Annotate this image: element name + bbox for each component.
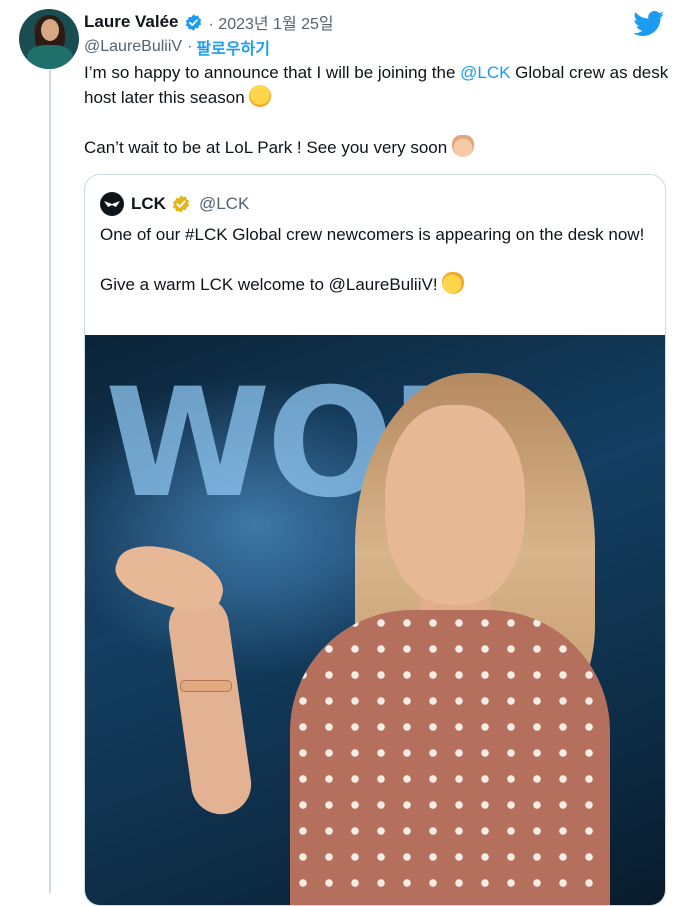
twitter-bird-icon[interactable] [633,11,665,37]
author-handle[interactable]: @LaureBuliiV [84,38,182,56]
smiling-face-hearts-icon [249,85,272,107]
tweet-date[interactable]: · 2023년 1월 25일 [209,10,334,34]
author-header: Laure Valée · 2023년 1월 25일 [84,11,334,33]
author-name[interactable]: Laure Valée [84,12,179,32]
follow-button[interactable]: 팔로우하기 [196,35,270,59]
quoted-text-line1: One of our #LCK Global crew newcomers is… [100,225,645,244]
quoted-text-line2: Give a warm LCK welcome to @LaureBuliiV! [100,275,443,294]
quoted-tweet-card[interactable]: LCK @LCK One of our #LCK Global crew new… [84,174,666,906]
separator-dot: · [187,38,193,55]
clapping-hands-icon [442,272,465,294]
gold-verified-badge-icon [172,195,190,213]
quoted-body: One of our #LCK Global crew newcomers is… [100,222,655,297]
tweet-body: I’m so happy to announce that I will be … [84,60,674,160]
crossed-fingers-icon [451,135,474,157]
mention-link[interactable]: @LCK [460,63,510,82]
avatar[interactable] [19,9,79,69]
quoted-author-handle[interactable]: @LCK [199,194,249,214]
verified-badge-icon [185,13,201,31]
quoted-tweet-photo[interactable]: WOR [85,335,665,905]
thread-line [49,70,51,893]
tweet-text-part1: I’m so happy to announce that I will be … [84,63,461,82]
author-handle-line: @LaureBuliiV · 팔로우하기 [84,36,270,58]
lck-logo-icon[interactable] [100,192,124,216]
quoted-author-name[interactable]: LCK [131,194,166,214]
quoted-header: LCK @LCK [100,192,249,216]
tweet-text-line2: Can’t wait to be at LoL Park ! See you v… [84,138,452,157]
